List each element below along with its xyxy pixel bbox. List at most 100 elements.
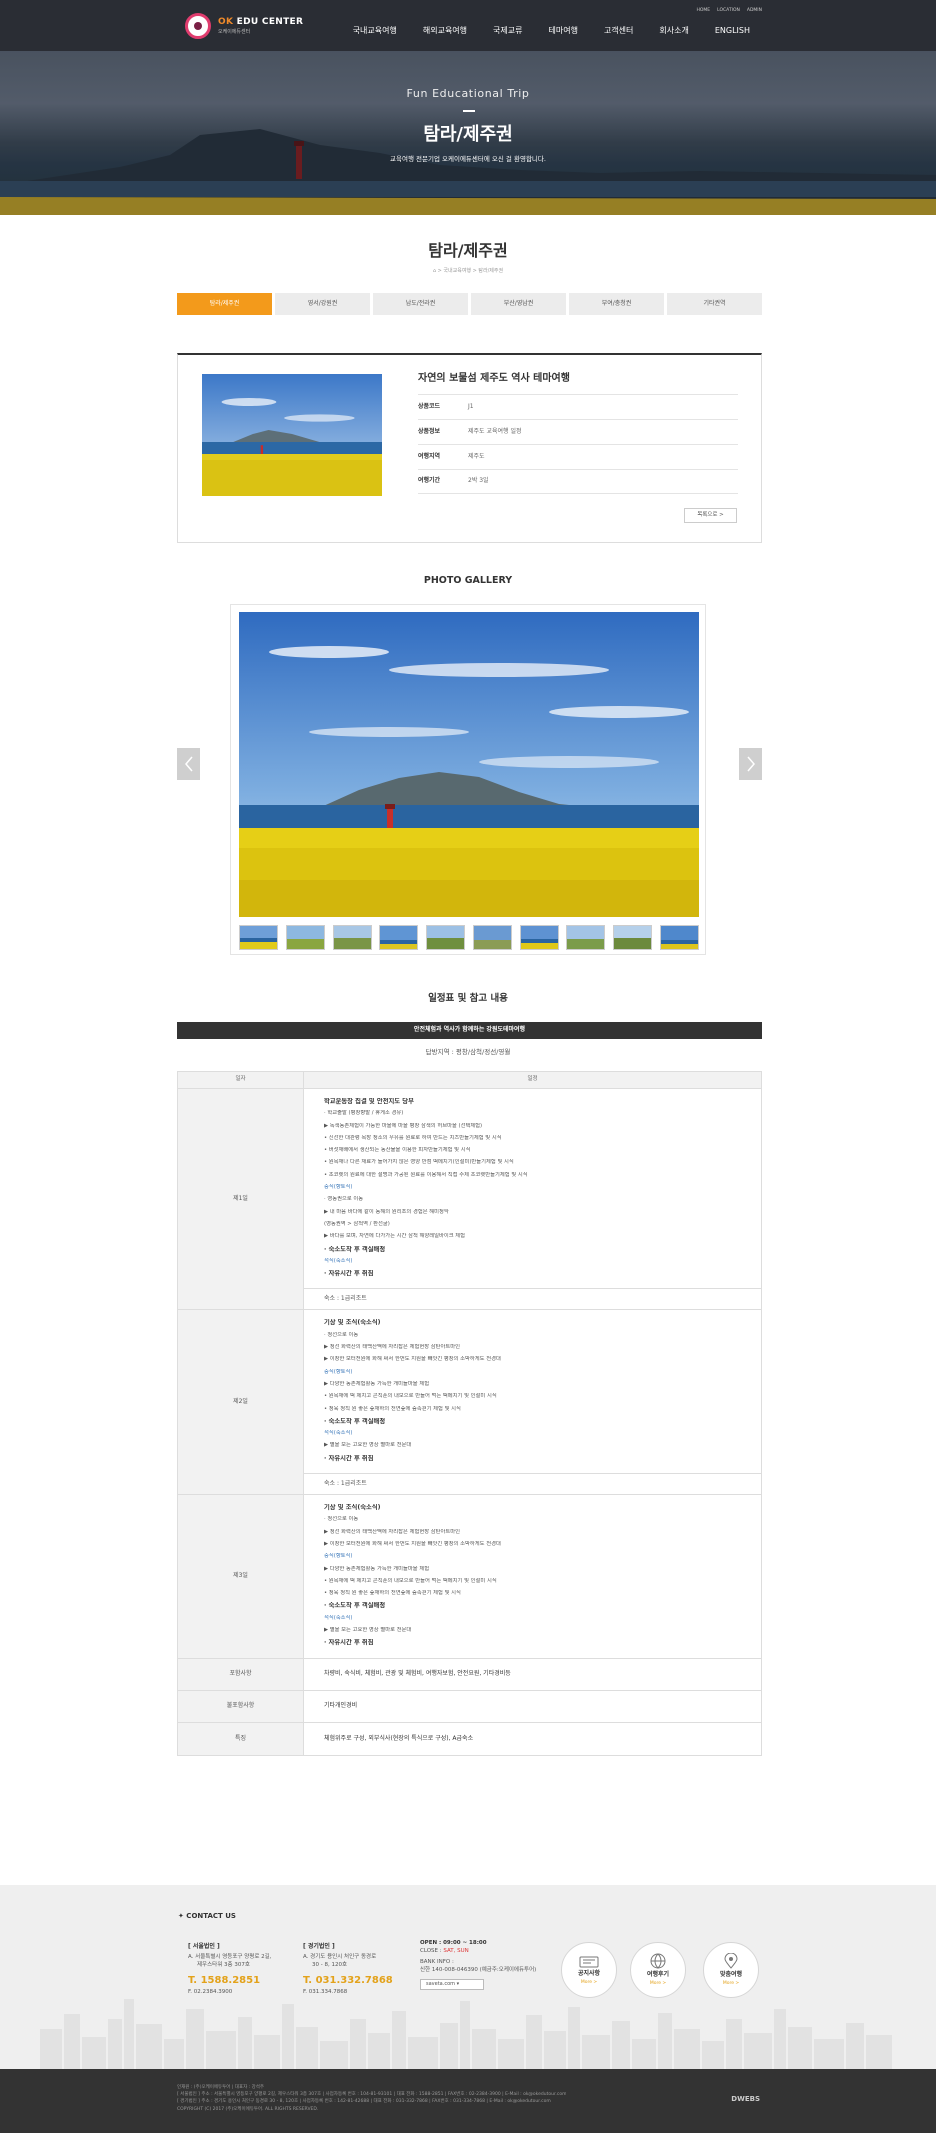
site-logo[interactable]: OK EDU CENTER 오케이에듀센터 <box>185 13 303 39</box>
tab-yeongnam[interactable]: 부산/영남권 <box>471 293 566 315</box>
tab-chungcheong[interactable]: 부여/충청권 <box>569 293 664 315</box>
schedule-line: · 영동권으로 이동 <box>324 1196 364 1203</box>
hero-subtitle: Fun Educational Trip <box>406 87 530 100</box>
product-row-period: 여행기간 2박 3일 <box>418 469 738 494</box>
nav-exchange[interactable]: 국제교류 <box>480 26 535 37</box>
region-tabs: 탐라/제주권 영서/강원권 남도/전라권 부산/영남권 부여/충청권 기타권역 <box>177 293 762 315</box>
gallery-thumb[interactable] <box>566 925 606 950</box>
schedule-table-header: 일자 일정 <box>178 1072 761 1089</box>
schedule-line: 학교운동장 집결 및 안전지도 당부 <box>324 1098 414 1105</box>
schedule-line: 석식(숙소식) <box>324 1257 353 1264</box>
schedule-day-row: 제2일 기상 및 조식(숙소식) · 정선으로 이동 ▶ 정선 화력산의 태백산맥에 … <box>178 1310 761 1496</box>
gallery-thumb[interactable] <box>285 925 325 950</box>
nav-company[interactable]: 회사소개 <box>646 26 701 37</box>
seoul-office: [ 서울법인 ] A. 서울특별시 영등포구 양평로 2길, 제우스타워 3층 … <box>188 1943 272 1995</box>
custom-trip-link[interactable]: 맞춤여행 More > <box>703 1942 759 1998</box>
gallery-thumb[interactable] <box>332 925 372 950</box>
city-skyline <box>40 1999 892 2069</box>
gallery-thumb[interactable] <box>613 925 653 950</box>
gallery-thumb[interactable] <box>239 925 278 950</box>
schedule-line: • 버섯재배에서 생산되는 농산물을 이용한 피자만들기체험 및 시식 <box>324 1147 471 1154</box>
seoul-tel[interactable]: T. 1588.2851 <box>188 1973 271 1988</box>
schedule-line: 석식(숙소식) <box>324 1430 353 1437</box>
chevron-left-icon <box>184 756 193 772</box>
gallery-thumbnails <box>239 925 699 950</box>
schedule-banner: 안전체험과 역사가 함께하는 강원도테마여행 <box>177 1022 762 1039</box>
product-row-code: 상품코드 J1 <box>418 394 738 419</box>
utility-links: HOME LOCATION ADMIN <box>696 8 762 14</box>
tab-jeju[interactable]: 탐라/제주권 <box>177 293 272 315</box>
main-nav: 국내교육여행 해외교육여행 국제교류 테마여행 고객센터 회사소개 ENGLIS… <box>340 26 763 37</box>
gallery-frame <box>230 604 706 955</box>
schedule-line: ▶ 다양한 농촌체험활동 가득한 개미들마을 체험 <box>324 1565 430 1572</box>
nav-theme[interactable]: 테마여행 <box>535 26 590 37</box>
product-title: 자연의 보물섬 제주도 역사 테마여행 <box>418 373 570 384</box>
tab-jeolla[interactable]: 남도/전라권 <box>373 293 468 315</box>
product-box: 자연의 보물섬 제주도 역사 테마여행 상품코드 J1 상품정보 제주도 교육여행 … <box>177 353 762 543</box>
schedule-line: ▶ 이창한 모터전원에 화해 써서 한번도 지원을 빼앗긴 평창의 소박하게도 … <box>324 1356 501 1363</box>
schedule-line: · 정선으로 이동 <box>324 1516 359 1523</box>
schedule-row-included: 포함사항 차량비, 숙식비, 체험비, 관광 및 체험비, 여행자보험, 안전요원… <box>178 1658 761 1691</box>
schedule-days: 제1일 학교운동장 집결 및 안전지도 당부 · 학교출발 (평창향발 / 휴게소 … <box>178 1089 761 1659</box>
review-link[interactable]: 여행후기 More > <box>630 1942 686 1998</box>
family-site-select[interactable]: saveta.com ▾ <box>420 1978 484 1990</box>
schedule-line: 기상 및 조식(숙소식) <box>324 1319 381 1327</box>
contact-title: ✦ CONTACT US <box>178 1912 236 1920</box>
schedule-line: • 정육 정직 원 좋은 숲재하의 천연숲에 숲속걷기 체험 및 시식 <box>324 1405 461 1412</box>
logo-mark-icon <box>185 13 211 39</box>
site-header: OK EDU CENTER 오케이에듀센터 HOME LOCATION ADMI… <box>0 0 936 51</box>
opening-hours: OPEN : 09:00 ~ 18:00 CLOSE : SAT, SUN BA… <box>420 1940 536 1990</box>
util-admin-link[interactable]: ADMIN <box>747 8 762 14</box>
day-label: 제2일 <box>178 1310 304 1495</box>
gyeonggi-tel[interactable]: T. 031.332.7868 <box>303 1973 393 1988</box>
gallery-main-image <box>239 612 699 917</box>
gallery-thumb[interactable] <box>472 925 512 950</box>
schedule-line: · 숙소도착 후 객실배정 <box>324 1245 386 1253</box>
list-button[interactable]: 목록으로 > <box>684 508 737 523</box>
schedule-line: · 학교출발 (평창향발 / 휴게소 경유) <box>324 1110 404 1117</box>
day-label: 제1일 <box>178 1089 304 1310</box>
company-info: 인재원 : (주)오케이에듀투어 | 대표자 : 강석주 [ 서울법인 ] 주소… <box>177 2085 567 2112</box>
notice-link[interactable]: 공지사항 More > <box>561 1942 617 1998</box>
schedule-line: (영동권역 > 삼척역 / 환선굴) <box>324 1220 390 1227</box>
tab-etc[interactable]: 기타권역 <box>667 293 762 315</box>
globe-icon <box>650 1953 666 1970</box>
schedule-table: 일자 일정 제1일 학교운동장 집결 및 안전지도 당부 · 학교출발 (평창향발 … <box>177 1071 762 1756</box>
nav-overseas[interactable]: 해외교육여행 <box>410 26 480 37</box>
product-info-table: 상품코드 J1 상품정보 제주도 교육여행 일정 여행지역 제주도 여행기간 2박 3일 <box>418 394 738 494</box>
hero-title: 탐라/제주권 <box>423 124 513 145</box>
gallery-thumb[interactable] <box>659 925 699 950</box>
gallery-next-button[interactable] <box>739 748 762 780</box>
gallery-thumb[interactable] <box>426 925 466 950</box>
schedule-line: • 초코렛의 원료에 대한 설명과 가공된 원료를 이용해서 직접 수제 초코렛… <box>324 1171 528 1178</box>
day-label: 제3일 <box>178 1495 304 1658</box>
maker-logo[interactable]: DWEBS <box>731 2095 760 2104</box>
gallery-prev-button[interactable] <box>177 748 200 780</box>
gallery-thumb[interactable] <box>519 925 559 950</box>
gyeonggi-office: [ 경기법인 ] A. 경기도 용인시 처인구 동경로 30 - 8, 120호… <box>303 1943 393 1995</box>
gallery-title: PHOTO GALLERY <box>423 575 513 586</box>
schedule-line: · 정선으로 이동 <box>324 1331 359 1338</box>
nav-domestic[interactable]: 국내교육여행 <box>340 26 410 37</box>
schedule-line: · 숙소도착 후 객실배정 <box>324 1602 386 1610</box>
day-accommodation: 숙소 : 1급리조트 <box>304 1288 761 1309</box>
schedule-line: ▶ 별을 보는 고요한 영상 별마로 천문대 <box>324 1626 412 1633</box>
schedule-line: ▶ 바다를 보며, 자연에 다가가는 시간 삼척 해양레일바이크 체험 <box>324 1233 466 1240</box>
schedule-line: ▶ 별을 보는 고요한 영상 별마로 천문대 <box>324 1442 412 1449</box>
nav-support[interactable]: 고객센터 <box>591 26 646 37</box>
schedule-line: • 신선한 대관령 목장 청소의 우유를 원료로 하여 만드는 치즈만들기체험 … <box>324 1134 502 1141</box>
util-home-link[interactable]: HOME <box>696 8 710 14</box>
schedule-line: 석식(숙소식) <box>324 1614 353 1621</box>
schedule-title: 일정표 및 참고 내용 <box>428 993 508 1004</box>
schedule-line: · 자유시간 후 취침 <box>324 1270 374 1278</box>
hero-banner: Fun Educational Trip 탐라/제주권 교육여행 전문기업 오케… <box>0 51 936 215</box>
schedule-line: ▶ 이창한 모터전원에 화해 써서 한번도 지원을 빼앗긴 평창의 소박하게도 … <box>324 1540 501 1547</box>
footer-copyright: 인재원 : (주)오케이에듀투어 | 대표자 : 강석주 [ 서울법인 ] 주소… <box>0 2069 936 2133</box>
schedule-line: • 원목재에 떡 제치고 콘직푼의 내모으로 만들어 먹는 떡메치기 및 인절미… <box>324 1393 497 1400</box>
util-location-link[interactable]: LOCATION <box>717 8 740 14</box>
schedule-line: 중식(향토식) <box>324 1553 353 1560</box>
product-row-region: 여행지역 제주도 <box>418 444 738 469</box>
tab-gangwon[interactable]: 영서/강원권 <box>275 293 370 315</box>
gallery-thumb[interactable] <box>379 925 419 950</box>
nav-english[interactable]: ENGLISH <box>702 26 763 37</box>
